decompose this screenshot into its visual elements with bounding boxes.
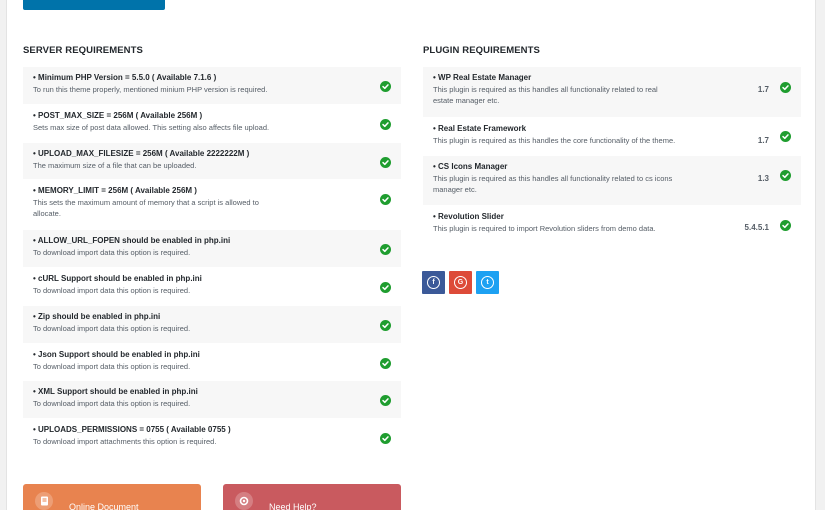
requirement-description: To download import attachments this opti…	[33, 437, 217, 446]
support-icon	[235, 492, 253, 510]
google-icon: G	[454, 276, 467, 289]
plugin-requirements-list: • WP Real Estate Manager This plugin is …	[423, 67, 801, 244]
document-icon	[35, 492, 53, 510]
requirement-title: • UPLOAD_MAX_FILESIZE = 256M ( Available…	[33, 149, 250, 158]
twitter-button[interactable]: t	[476, 271, 499, 294]
check-circle-icon	[380, 194, 391, 205]
plugin-version: 1.7	[757, 85, 769, 94]
online-document-label: Online Document	[69, 502, 139, 510]
requirement-row-json: • Json Support should be enabled in php.…	[23, 344, 401, 381]
facebook-button[interactable]: f	[422, 271, 445, 294]
facebook-icon: f	[427, 276, 440, 289]
requirement-description: To download import data this option is r…	[33, 248, 191, 257]
google-button[interactable]: G	[449, 271, 472, 294]
requirement-description: To download import data this option is r…	[33, 286, 191, 295]
check-circle-icon	[380, 395, 391, 406]
server-requirements-list: • Minimum PHP Version = 5.5.0 ( Availabl…	[23, 67, 401, 456]
requirement-row-php-version: • Minimum PHP Version = 5.5.0 ( Availabl…	[23, 67, 401, 105]
plugin-row-real-estate-framework: • Real Estate Framework This plugin is r…	[423, 118, 801, 156]
requirement-row-memory-limit: • MEMORY_LIMIT = 256M ( Available 256M )…	[23, 180, 401, 230]
plugin-version: 5.4.5.1	[744, 223, 769, 232]
check-circle-icon	[380, 358, 391, 369]
plugin-description: This plugin is required as this handles …	[433, 136, 676, 145]
requirement-description: The maximum size of a file that can be u…	[33, 161, 197, 170]
plugin-description: This plugin is required as this handles …	[433, 85, 658, 94]
requirement-row-upload-max-filesize: • UPLOAD_MAX_FILESIZE = 256M ( Available…	[23, 143, 401, 180]
plugin-description: This plugin is required to import Revolu…	[433, 224, 656, 233]
requirement-row-uploads-permissions: • UPLOADS_PERMISSIONS = 0755 ( Available…	[23, 419, 401, 456]
requirement-description: To download import data this option is r…	[33, 362, 191, 371]
requirement-title: • XML Support should be enabled in php.i…	[33, 387, 198, 396]
plugin-title: • Real Estate Framework	[433, 124, 527, 133]
plugin-row-wp-real-estate-manager: • WP Real Estate Manager This plugin is …	[423, 67, 801, 118]
requirement-description: To download import data this option is r…	[33, 399, 191, 408]
requirement-title: • Minimum PHP Version = 5.5.0 ( Availabl…	[33, 73, 217, 82]
requirement-title: • Zip should be enabled in php.ini	[33, 312, 161, 321]
check-circle-icon	[380, 320, 391, 331]
plugin-description-cont: estate manager etc.	[433, 96, 500, 105]
requirement-description: To download import data this option is r…	[33, 324, 191, 333]
requirement-title: • Json Support should be enabled in php.…	[33, 350, 200, 359]
requirement-title: • cURL Support should be enabled in php.…	[33, 274, 202, 283]
requirement-description: To run this theme properly, mentioned mi…	[33, 85, 268, 94]
requirement-description: Sets max size of post data allowed. This…	[33, 123, 270, 132]
plugin-row-revolution-slider: • Revolution Slider This plugin is requi…	[423, 206, 801, 244]
check-circle-icon	[780, 131, 791, 142]
check-circle-icon	[380, 282, 391, 293]
need-help-card[interactable]: Need Help?	[223, 484, 401, 510]
plugin-description-cont: manager etc.	[433, 185, 477, 194]
requirement-description: This sets the maximum amount of memory t…	[33, 198, 259, 207]
plugin-title: • Revolution Slider	[433, 212, 504, 221]
check-circle-icon	[780, 220, 791, 231]
server-requirements-title: SERVER REQUIREMENTS	[23, 45, 143, 56]
check-circle-icon	[380, 81, 391, 92]
requirement-title: • POST_MAX_SIZE = 256M ( Available 256M …	[33, 111, 203, 120]
plugin-title: • CS Icons Manager	[433, 162, 508, 171]
requirement-row-curl: • cURL Support should be enabled in php.…	[23, 268, 401, 306]
plugin-version: 1.3	[757, 174, 769, 183]
requirement-title: • UPLOADS_PERMISSIONS = 0755 ( Available…	[33, 425, 231, 434]
check-circle-icon	[380, 157, 391, 168]
requirement-row-allow-url-fopen: • ALLOW_URL_FOPEN should be enabled in p…	[23, 230, 401, 268]
need-help-label: Need Help?	[269, 502, 317, 510]
plugin-requirements-title: PLUGIN REQUIREMENTS	[423, 45, 540, 56]
requirement-title: • ALLOW_URL_FOPEN should be enabled in p…	[33, 236, 231, 245]
plugin-title: • WP Real Estate Manager	[433, 73, 532, 82]
plugin-description: This plugin is required as this handles …	[433, 174, 673, 183]
online-document-card[interactable]: Online Document	[23, 484, 201, 510]
check-circle-icon	[780, 82, 791, 93]
requirement-description-cont: allocate.	[33, 209, 61, 218]
requirement-title: • MEMORY_LIMIT = 256M ( Available 256M )	[33, 186, 197, 195]
requirement-row-post-max-size: • POST_MAX_SIZE = 256M ( Available 256M …	[23, 105, 401, 143]
plugin-version: 1.7	[757, 136, 769, 145]
twitter-icon: t	[481, 276, 494, 289]
check-circle-icon	[380, 433, 391, 444]
check-circle-icon	[780, 170, 791, 181]
check-circle-icon	[380, 244, 391, 255]
plugin-row-cs-icons-manager: • CS Icons Manager This plugin is requir…	[423, 156, 801, 206]
requirement-row-zip: • Zip should be enabled in php.ini To do…	[23, 306, 401, 344]
top-action-button[interactable]	[23, 0, 165, 10]
requirement-row-xml: • XML Support should be enabled in php.i…	[23, 381, 401, 419]
check-circle-icon	[380, 119, 391, 130]
